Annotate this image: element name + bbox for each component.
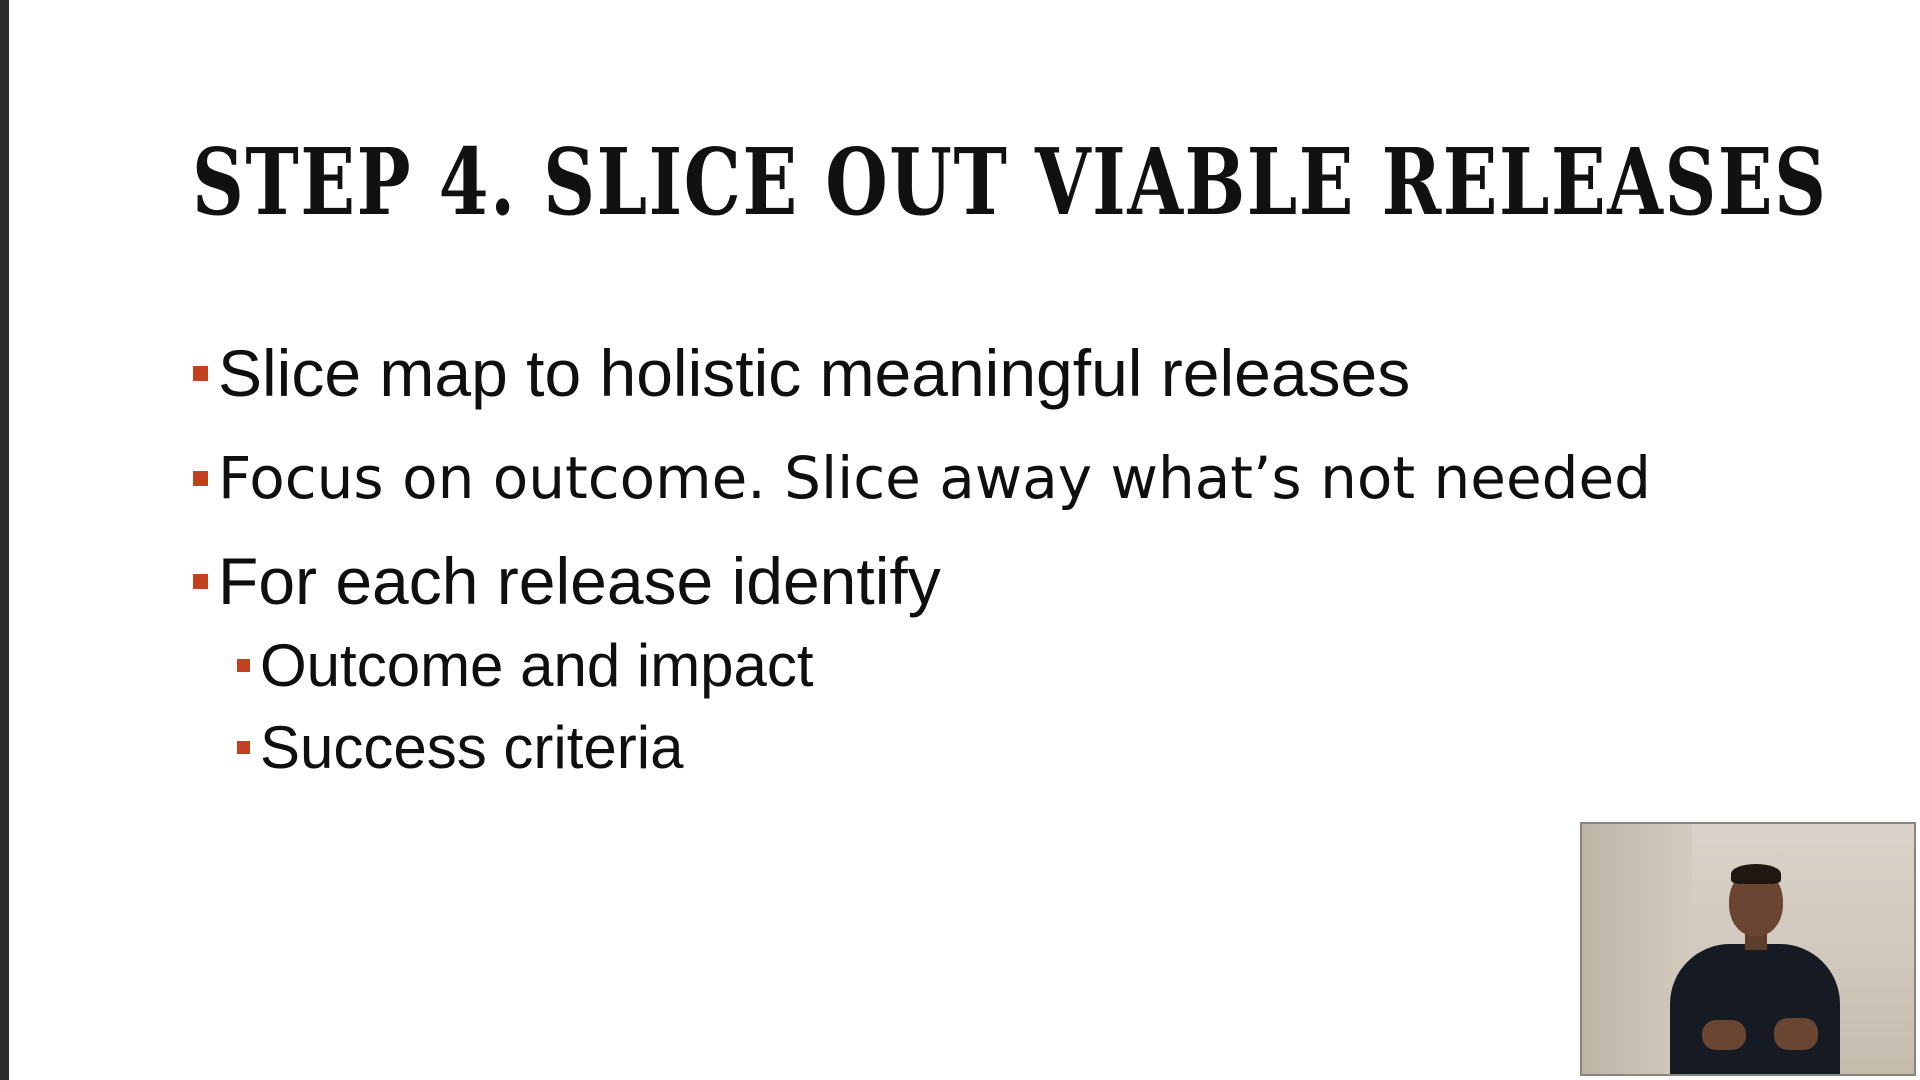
presenter-hair [1731, 864, 1781, 884]
sub-bullet-text: Outcome and impact [260, 632, 814, 699]
bullet-marker-icon [193, 573, 208, 589]
left-window-edge [0, 0, 9, 1080]
bullet-marker-icon [193, 470, 208, 486]
bullet-marker-icon [237, 659, 250, 672]
sub-bullet-text: Success criteria [260, 714, 684, 781]
presentation-screen: STEP 4. SLICE OUT VIABLE RELEASES Slice … [0, 0, 1920, 1080]
bullet-text: Slice map to holistic meaningful release… [218, 336, 1411, 410]
presenter-right-hand [1774, 1018, 1818, 1050]
sub-bullet-item: Outcome and impact [237, 631, 814, 700]
bullet-text: For each release identify [218, 544, 941, 618]
bullet-marker-icon [193, 365, 208, 381]
bullet-marker-icon [237, 741, 250, 754]
bullet-item: Slice map to holistic meaningful release… [193, 335, 1410, 411]
bullet-item: Focus on outcome. Slice away what’s not … [193, 444, 1651, 512]
bullet-item: For each release identify [193, 543, 941, 619]
slide-title: STEP 4. SLICE OUT VIABLE RELEASES [192, 128, 1828, 236]
presenter-webcam-video[interactable] [1580, 822, 1916, 1076]
presenter-body [1670, 944, 1840, 1074]
sub-bullet-item: Success criteria [237, 713, 683, 782]
presenter-left-hand [1702, 1020, 1746, 1050]
bullet-text: Focus on outcome. Slice away what’s not … [218, 444, 1651, 512]
